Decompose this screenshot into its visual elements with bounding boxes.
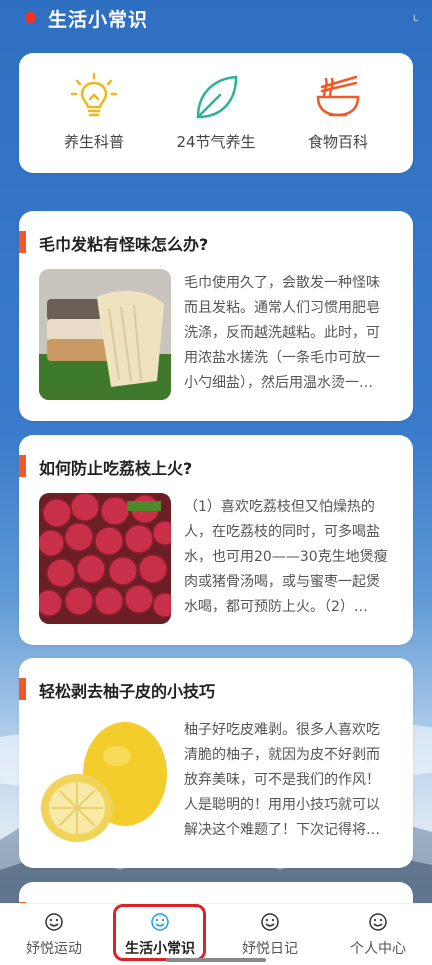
tab-label: 妤悦日记: [242, 941, 298, 957]
noodle-bowl-icon: [316, 75, 360, 117]
category-label: 24节气养生: [176, 133, 256, 151]
lychee-image: [39, 493, 171, 624]
pomelo-image: [39, 716, 171, 847]
tab-sport[interactable]: 妤悦运动: [0, 904, 108, 965]
category-label: 食物百科: [307, 133, 368, 151]
tab-label: 个人中心: [350, 941, 406, 957]
article-card[interactable]: 毛巾发粘有怪味怎么办? 毛巾使用久了，会散发一种怪味而且发粘。通常人们习惯用肥皂…: [19, 211, 413, 421]
article-summary: 柚子好吃皮难剥。很多人喜欢吃清脆的柚子，就因为皮不好剥而放弃美味，可不是我们的作…: [184, 722, 380, 838]
page-title: 生活小常识: [48, 9, 149, 31]
article-card[interactable]: 轻松剥去柚子皮的小技巧 柚子好吃皮难剥。很多人喜欢吃清脆的柚子，就因为皮不好剥而…: [19, 658, 413, 868]
smiley-icon: [45, 913, 63, 931]
home-indicator: [166, 958, 266, 962]
lychee-illustration: [39, 493, 171, 624]
corner-mark: L: [412, 14, 418, 24]
smiley-icon: [369, 913, 387, 931]
category-item-health[interactable]: 养生科普: [34, 71, 154, 152]
article-title: 轻松剥去柚子皮的小技巧: [39, 682, 216, 701]
lightbulb-icon: [70, 72, 118, 117]
leaf-icon: [196, 75, 238, 119]
article-card[interactable]: 如何防止吃荔枝上火? （1）喜欢吃荔枝但又怕燥热的人，在吃荔枝的同时，可多喝盐水…: [19, 435, 413, 645]
title-accent-bar: [19, 231, 26, 253]
article-summary: 毛巾使用久了，会散发一种怪味而且发粘。通常人们习惯用肥皂洗涤，反而越洗越粘。此时…: [184, 275, 380, 391]
category-item-solar-terms[interactable]: 24节气养生: [156, 71, 276, 152]
app-header: 生活小常识 L: [0, 0, 432, 40]
article-title: 毛巾发粘有怪味怎么办?: [39, 235, 209, 254]
article-title: 如何防止吃荔枝上火?: [39, 459, 193, 478]
category-item-food[interactable]: 食物百科: [278, 71, 398, 152]
title-accent-bar: [19, 455, 26, 477]
category-card: 养生科普 24节气养生 食物百科: [19, 53, 413, 173]
bottom-tab-bar: 妤悦运动 生活小常识 妤悦日记 个人中心: [0, 903, 432, 965]
category-label: 养生科普: [63, 133, 124, 151]
article-summary: （1）喜欢吃荔枝但又怕燥热的人，在吃荔枝的同时，可多喝盐水，也可用20——30克…: [184, 499, 388, 615]
tab-profile[interactable]: 个人中心: [324, 904, 432, 965]
pomelo-illustration: [39, 716, 171, 847]
status-dot: [25, 12, 36, 23]
active-tab-highlight: [113, 904, 206, 961]
towel-stack-image: [39, 269, 171, 400]
title-accent-bar: [19, 678, 26, 700]
towel-stack-illustration: [39, 269, 171, 400]
smiley-icon: [261, 913, 279, 931]
tab-diary[interactable]: 妤悦日记: [216, 904, 324, 965]
tab-label: 妤悦运动: [26, 941, 82, 957]
